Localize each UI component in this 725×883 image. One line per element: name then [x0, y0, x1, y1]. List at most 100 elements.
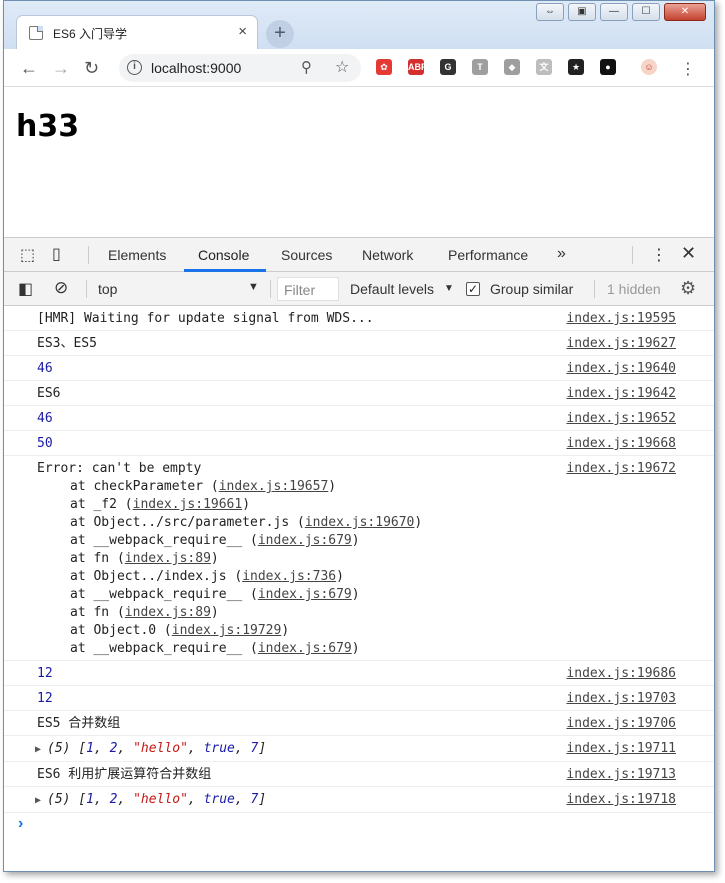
stack-frame: at Object../src/parameter.js (	[70, 515, 305, 530]
show-sidebar-icon[interactable]: ◧	[18, 279, 33, 299]
zoom-icon[interactable]: ⚲	[301, 58, 312, 76]
source-link[interactable]: index.js:19668	[566, 435, 676, 453]
log-message: ES3、ES5	[37, 336, 97, 351]
menu-kebab-icon[interactable]: ⋮	[680, 59, 696, 79]
separator	[86, 280, 87, 298]
circle-extension-icon[interactable]: ●	[600, 59, 616, 75]
stack-frame-link[interactable]: index.js:19729	[172, 623, 282, 638]
console-settings-gear-icon[interactable]: ⚙	[680, 278, 696, 299]
stack-trace-line: at _f2 (index.js:19661)	[37, 496, 554, 514]
source-link[interactable]: index.js:19706	[566, 715, 676, 733]
source-link[interactable]: index.js:19711	[566, 740, 676, 758]
grammarly-icon[interactable]: G	[440, 59, 456, 75]
stack-frame-link[interactable]: index.js:89	[125, 551, 211, 566]
array-preview[interactable]: ▶ (5) [1, 2, "hello", true, 7]	[35, 791, 554, 810]
browser-tab[interactable]: ES6 入门导学 ×	[16, 15, 258, 49]
context-select[interactable]: top	[98, 281, 117, 297]
stack-frame-link[interactable]: index.js:19657	[219, 479, 329, 494]
close-window-button[interactable]: ✕	[664, 3, 706, 21]
separator	[88, 246, 89, 264]
tab-elements[interactable]: Elements	[108, 247, 166, 263]
console-toolbar: ◧ ⊘ top ▼ Filter Default levels ▼ ✓ Grou…	[4, 272, 714, 306]
window-pin-button[interactable]: ▣	[568, 3, 596, 21]
tab-network[interactable]: Network	[362, 247, 413, 263]
site-info-icon[interactable]: i	[127, 60, 142, 75]
devtools-menu-icon[interactable]: ⋮	[651, 245, 667, 265]
adblock-icon[interactable]: ABP	[408, 59, 427, 75]
forward-arrow-icon[interactable]: →	[52, 58, 70, 79]
source-link[interactable]: index.js:19640	[566, 360, 676, 378]
stack-frame-link[interactable]: index.js:736	[242, 569, 336, 584]
tab-performance[interactable]: Performance	[448, 247, 528, 263]
translate-extension-icon[interactable]: 文	[536, 59, 552, 75]
stack-frame-link[interactable]: index.js:679	[258, 641, 352, 656]
stack-trace-line: at Object../src/parameter.js (index.js:1…	[37, 514, 554, 532]
back-arrow-icon[interactable]: ←	[20, 58, 38, 79]
reload-icon[interactable]: ↻	[84, 58, 99, 79]
source-link[interactable]: index.js:19642	[566, 385, 676, 403]
stack-frame-close: )	[351, 587, 360, 602]
address-bar[interactable]: i localhost:9000 ⚲ ☆	[119, 54, 361, 82]
filter-placeholder: Filter	[284, 282, 316, 298]
expand-arrow-icon[interactable]: ▶	[35, 792, 47, 810]
new-tab-button[interactable]: +	[266, 20, 294, 48]
more-tabs-icon[interactable]: »	[557, 245, 566, 263]
array-item: 2	[109, 792, 118, 807]
array-item: "hello"	[133, 741, 188, 756]
inspect-element-icon[interactable]: ⬚	[20, 245, 35, 265]
source-link[interactable]: index.js:19713	[566, 766, 676, 784]
stack-frame: at __webpack_require__ (	[70, 641, 258, 656]
minimize-button[interactable]: —	[600, 3, 628, 21]
stack-frame-link[interactable]: index.js:679	[258, 533, 352, 548]
devtools-close-icon[interactable]: ✕	[681, 243, 696, 264]
array-preview[interactable]: ▶ (5) [1, 2, "hello", true, 7]	[35, 740, 554, 759]
array-item: 1	[86, 792, 94, 807]
url-text[interactable]: localhost:9000	[151, 60, 241, 76]
browser-toolbar: ← → ↻ i localhost:9000 ⚲ ☆ ✿ ABP G T ◆ 文 ★ ● ☺ …	[4, 49, 714, 87]
source-link[interactable]: index.js:19686	[566, 665, 676, 683]
device-toolbar-icon[interactable]: ▯	[52, 244, 61, 264]
source-link[interactable]: index.js:19672	[566, 460, 676, 478]
stack-frame-close: )	[328, 479, 337, 494]
text-extension-icon[interactable]: T	[472, 59, 488, 75]
log-levels-select[interactable]: Default levels	[350, 281, 434, 297]
stack-trace-line: at __webpack_require__ (index.js:679)	[37, 586, 554, 604]
window-snap-button[interactable]: ⇔	[536, 3, 564, 21]
expand-arrow-icon[interactable]: ▶	[35, 741, 47, 759]
stack-frame-link[interactable]: index.js:19670	[305, 515, 415, 530]
tab-sources[interactable]: Sources	[281, 247, 332, 263]
source-link[interactable]: index.js:19703	[566, 690, 676, 708]
star-extension-icon[interactable]: ★	[568, 59, 584, 75]
tab-console[interactable]: Console	[198, 247, 249, 263]
source-link[interactable]: index.js:19627	[566, 335, 676, 353]
diamond-extension-icon[interactable]: ◆	[504, 59, 520, 75]
maximize-button[interactable]: ☐	[632, 3, 660, 21]
array-value: (5) [1, 2, "hello", true, 7]	[47, 741, 267, 756]
tab-close-icon[interactable]: ×	[238, 23, 247, 40]
array-open-bracket: [	[78, 792, 87, 807]
stack-frame-link[interactable]: index.js:679	[258, 587, 352, 602]
source-link[interactable]: index.js:19652	[566, 410, 676, 428]
filter-input[interactable]: Filter	[277, 277, 339, 301]
source-link[interactable]: index.js:19595	[566, 310, 676, 328]
group-similar-checkbox[interactable]: ✓	[466, 282, 480, 296]
stack-frame-link[interactable]: index.js:19661	[133, 497, 243, 512]
stack-frame: at fn (	[70, 551, 125, 566]
stack-frame-link[interactable]: index.js:89	[125, 605, 211, 620]
console-prompt[interactable]: ›	[18, 815, 714, 833]
context-dropdown-icon[interactable]: ▼	[248, 281, 259, 293]
page-heading: h33	[16, 109, 80, 144]
array-item: true	[203, 792, 235, 807]
console-row: ES3、ES5 index.js:19627	[4, 331, 714, 356]
clear-console-icon[interactable]: ⊘	[54, 278, 68, 298]
bookmark-star-icon[interactable]: ☆	[335, 57, 349, 77]
stack-frame-close: )	[281, 623, 290, 638]
levels-dropdown-icon[interactable]: ▼	[444, 283, 454, 294]
stack-frame: at __webpack_require__ (	[70, 533, 258, 548]
extension-red-icon[interactable]: ✿	[376, 59, 392, 75]
profile-avatar-icon[interactable]: ☺	[641, 59, 657, 75]
stack-frame-close: )	[210, 605, 219, 620]
source-link[interactable]: index.js:19718	[566, 791, 676, 809]
console-row: 46 index.js:19652	[4, 406, 714, 431]
console-row: ▶ (5) [1, 2, "hello", true, 7] index.js:19…	[4, 787, 714, 813]
